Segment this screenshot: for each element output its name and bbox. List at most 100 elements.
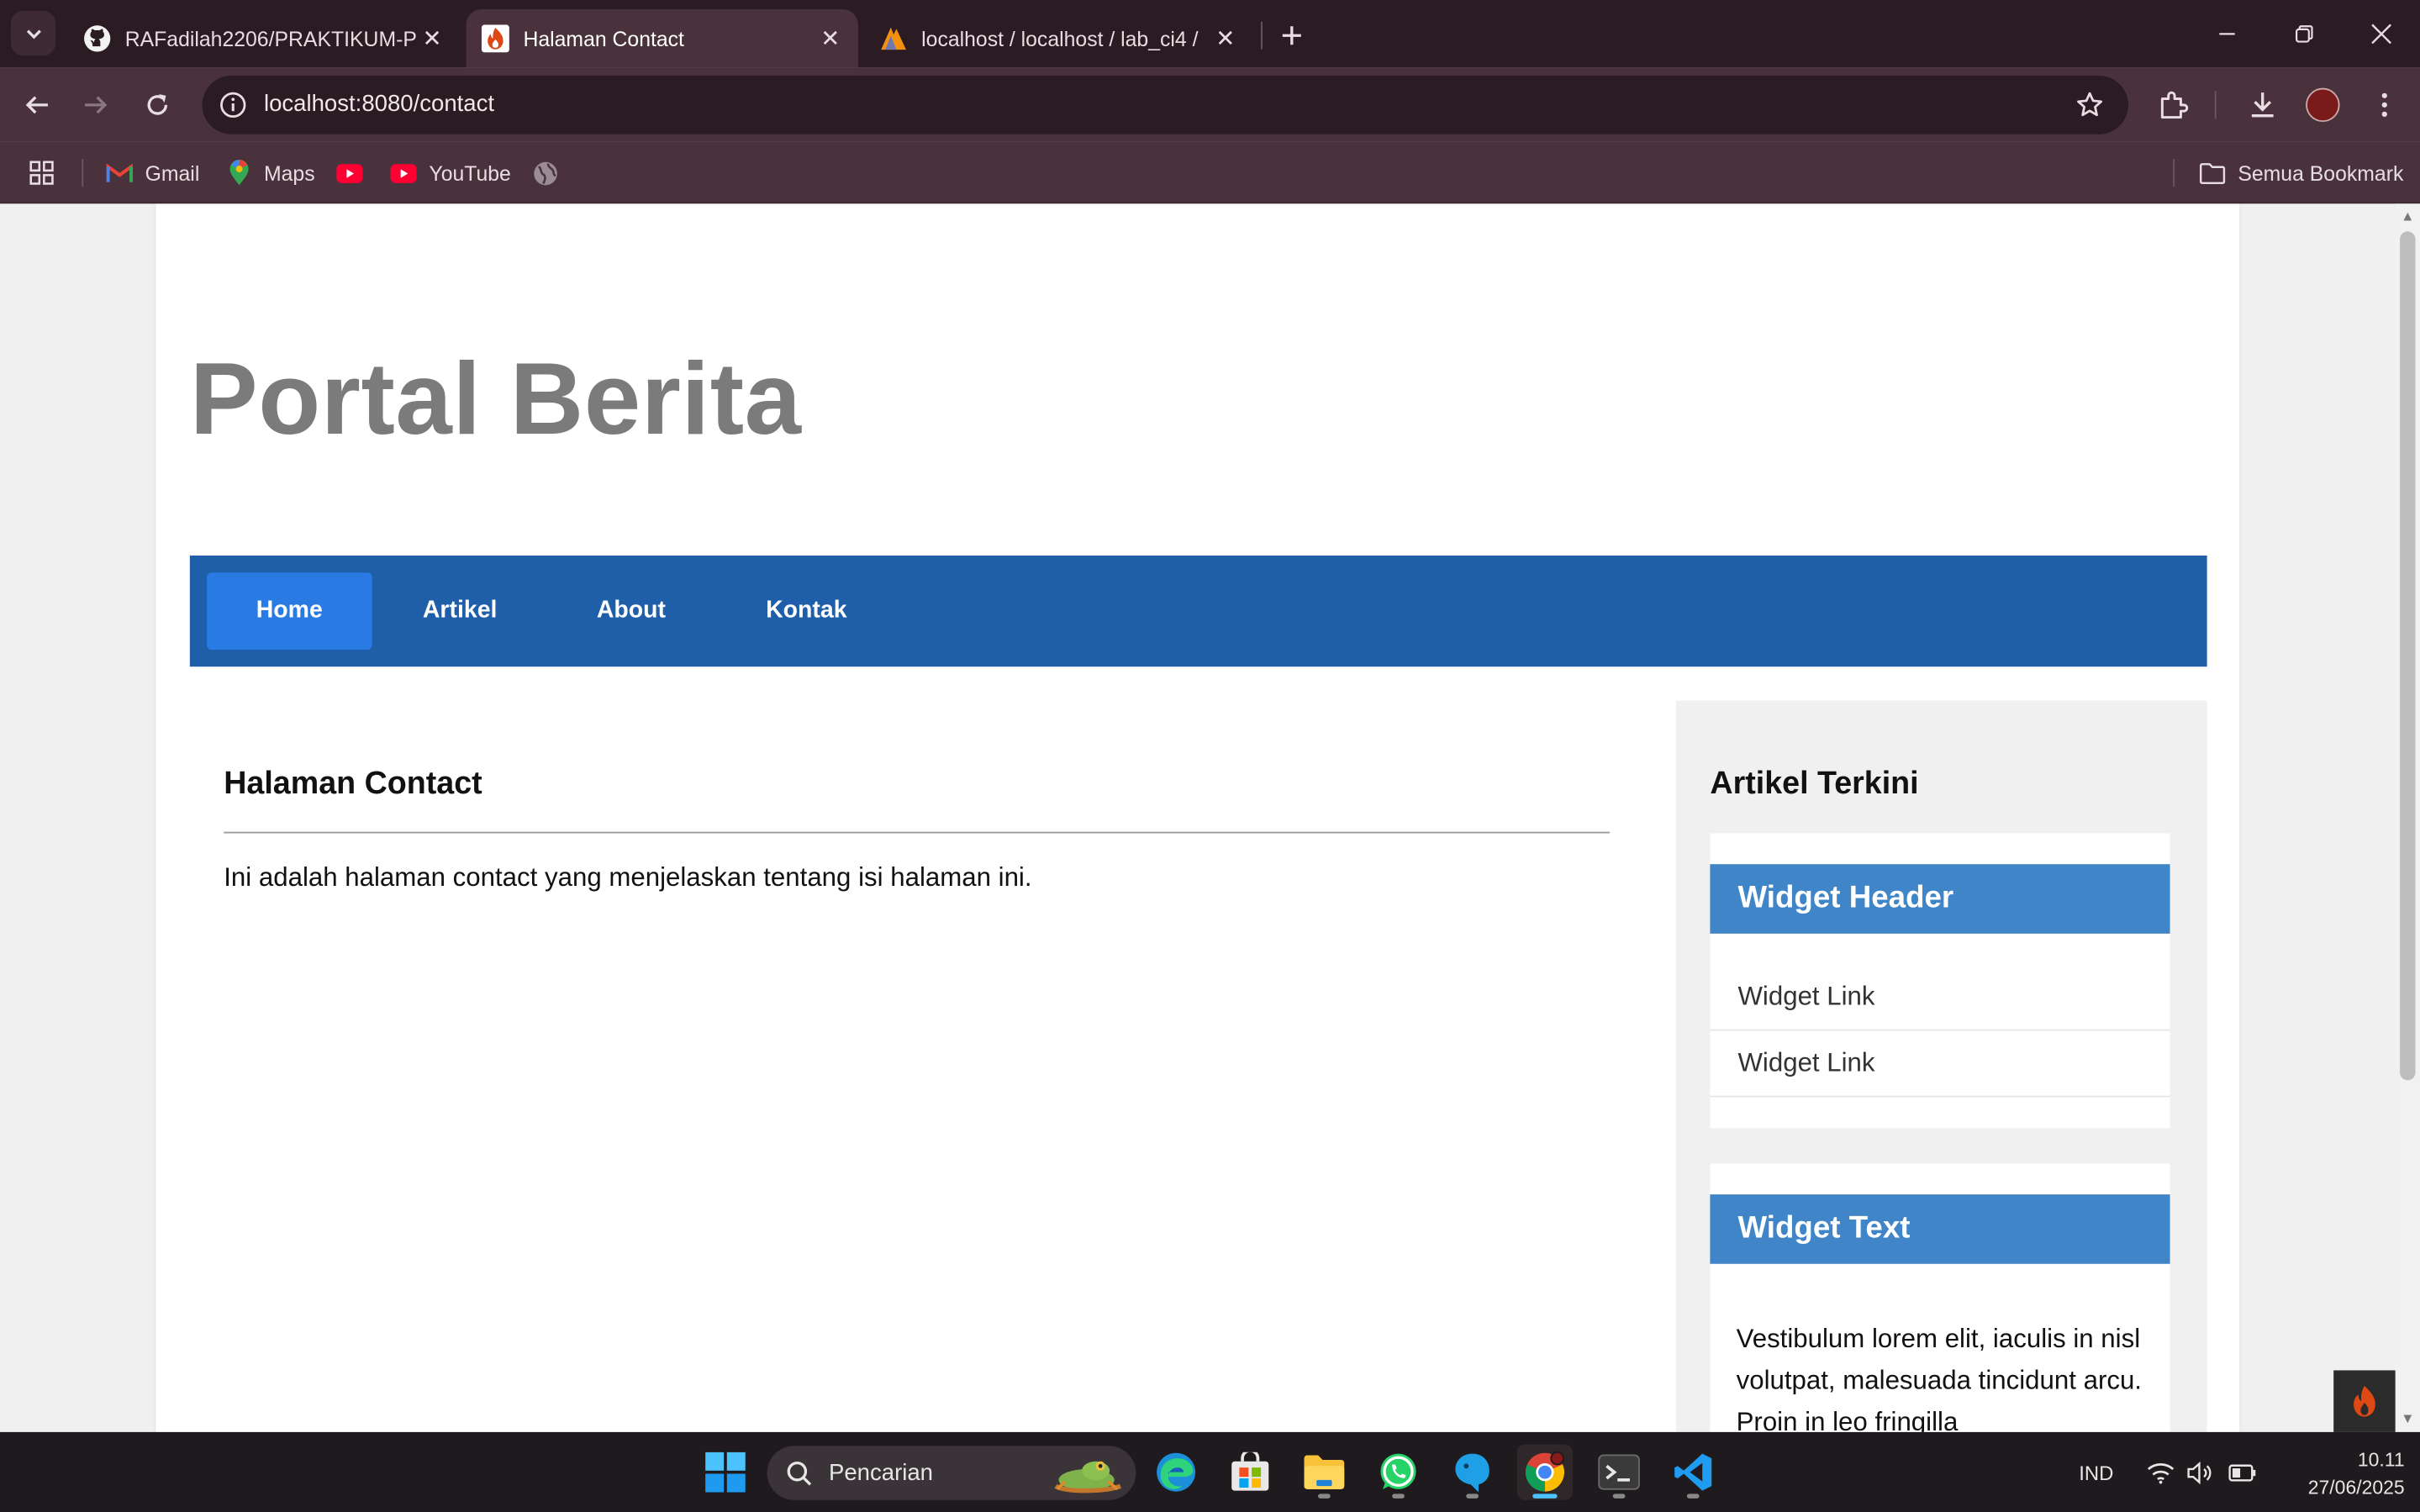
- taskbar-vscode[interactable]: [1665, 1445, 1721, 1500]
- vscode-icon: [1674, 1453, 1712, 1491]
- taskbar-chrome[interactable]: [1516, 1444, 1573, 1500]
- tab-strip: RAFadilah2206/PRAKTIKUM-P4 ✕ Halaman Con…: [0, 0, 2420, 68]
- minimize-icon: [2219, 33, 2235, 35]
- bookmark-youtube[interactable]: YouTube: [390, 155, 511, 192]
- bookmark-gmail[interactable]: Gmail: [106, 155, 200, 192]
- profile-avatar[interactable]: [2306, 87, 2340, 123]
- github-icon: [83, 24, 111, 52]
- widget-link[interactable]: Widget Link: [1710, 965, 2170, 1031]
- close-icon[interactable]: ✕: [815, 24, 846, 55]
- search-icon: [787, 1461, 812, 1486]
- whatsapp-icon: [1380, 1453, 1416, 1489]
- dolphin-icon: [1455, 1453, 1489, 1493]
- taskbar-mysql-workbench[interactable]: [1445, 1445, 1500, 1500]
- battery-icon[interactable]: [2228, 1432, 2256, 1512]
- new-tab-button[interactable]: [1272, 15, 1312, 55]
- taskbar-terminal[interactable]: [1591, 1445, 1647, 1500]
- microsoft-store-icon: [1231, 1451, 1269, 1491]
- scroll-down-arrow-icon[interactable]: ▼: [2400, 1410, 2415, 1425]
- site-info-icon[interactable]: [214, 87, 251, 124]
- taskbar-search[interactable]: Pencarian: [767, 1446, 1136, 1500]
- extensions-icon[interactable]: [2154, 87, 2191, 124]
- url-text[interactable]: localhost:8080/contact: [264, 91, 494, 117]
- widget-header: Widget Header: [1710, 864, 2170, 934]
- tab-halaman-contact[interactable]: Halaman Contact ✕: [466, 9, 858, 68]
- widget-text-body: Vestibulum lorem elit, iaculis in nisl v…: [1736, 1324, 2142, 1432]
- running-indicator: [1318, 1494, 1331, 1499]
- sidebar-heading: Artikel Terkini: [1710, 765, 1919, 801]
- frog-illustration-icon: [1054, 1461, 1122, 1494]
- language-indicator[interactable]: IND: [2079, 1432, 2113, 1512]
- screen: RAFadilah2206/PRAKTIKUM-P4 ✕ Halaman Con…: [0, 0, 2420, 1512]
- tab-title: localhost / localhost / lab_ci4 /: [921, 27, 1199, 50]
- scrollbar-thumb[interactable]: [2400, 231, 2416, 1081]
- page-heading: Halaman Contact: [224, 765, 482, 801]
- search-placeholder: Pencarian: [828, 1459, 934, 1487]
- taskbar-store[interactable]: [1222, 1445, 1278, 1500]
- site-title: Portal Berita: [189, 340, 802, 456]
- minimize-button[interactable]: [2189, 0, 2266, 68]
- close-window-button[interactable]: [2343, 0, 2420, 68]
- wifi-icon[interactable]: [2147, 1432, 2175, 1512]
- tab-search-button[interactable]: [10, 10, 56, 56]
- divider: [224, 831, 1611, 834]
- page-body-text: Ini adalah halaman contact yang menjelas…: [224, 862, 1032, 893]
- running-indicator: [1612, 1494, 1626, 1499]
- reload-icon: [147, 94, 168, 115]
- apps-button[interactable]: [28, 155, 66, 192]
- main-nav: Home Artikel About Kontak: [189, 555, 2207, 667]
- folder-icon: [1304, 1455, 1345, 1489]
- apps-grid-icon: [28, 160, 54, 186]
- phpmyadmin-icon: [880, 24, 908, 52]
- tab-github[interactable]: RAFadilah2206/PRAKTIKUM-P4 ✕: [68, 9, 460, 68]
- restore-button[interactable]: [2265, 0, 2343, 68]
- widget-links: Widget Header Widget Link Widget Link: [1710, 833, 2170, 1129]
- close-icon[interactable]: ✕: [1210, 24, 1242, 55]
- running-indicator: [1532, 1494, 1558, 1499]
- gmail-icon: [106, 160, 133, 186]
- reload-button[interactable]: [134, 82, 181, 128]
- menu-icon[interactable]: [2366, 87, 2403, 124]
- folder-icon: [2199, 160, 2226, 186]
- taskbar-edge[interactable]: [1148, 1445, 1204, 1500]
- taskbar-file-explorer[interactable]: [1296, 1445, 1352, 1500]
- widget-link[interactable]: Widget Link: [1710, 1031, 2170, 1098]
- bookmark-maps[interactable]: Maps: [225, 155, 315, 192]
- system-clock[interactable]: 10.11 27/06/2025: [2281, 1446, 2405, 1501]
- close-icon[interactable]: ✕: [417, 24, 448, 55]
- scroll-up-arrow-icon[interactable]: ▲: [2400, 208, 2415, 224]
- nav-about[interactable]: About: [548, 572, 714, 650]
- youtube-icon: [336, 160, 363, 186]
- vertical-scrollbar[interactable]: ▲ ▼: [2395, 203, 2420, 1432]
- bookmark-label: Gmail: [145, 161, 200, 185]
- bookmark-star-icon[interactable]: [2073, 88, 2106, 122]
- taskbar-whatsapp[interactable]: [1370, 1445, 1426, 1500]
- site-container: Portal Berita Home Artikel About Kontak …: [156, 203, 2240, 1432]
- bookmark-label: Maps: [263, 161, 315, 185]
- running-indicator: [1466, 1494, 1479, 1499]
- restore-icon: [2296, 25, 2313, 43]
- volume-icon[interactable]: [2187, 1432, 2215, 1512]
- widget-header: Widget Text: [1710, 1194, 2170, 1264]
- download-icon[interactable]: [2244, 87, 2281, 124]
- codeigniter-flame-icon: [2354, 1385, 2375, 1417]
- forward-button[interactable]: [72, 82, 119, 128]
- nav-kontak[interactable]: Kontak: [727, 572, 886, 650]
- all-bookmarks-button[interactable]: Semua Bookmark: [2199, 155, 2403, 192]
- sidebar: Artikel Terkini Widget Header Widget Lin…: [1676, 700, 2207, 1432]
- arrow-right-icon: [84, 96, 108, 114]
- tab-phpmyadmin[interactable]: localhost / localhost / lab_ci4 / ✕: [864, 9, 1253, 68]
- chrome-icon: [1525, 1451, 1564, 1492]
- back-button[interactable]: [14, 82, 61, 128]
- bookmark-globe[interactable]: [532, 155, 571, 192]
- nav-home[interactable]: Home: [207, 572, 372, 650]
- running-indicator: [1686, 1494, 1700, 1499]
- nav-artikel[interactable]: Artikel: [384, 572, 535, 650]
- start-button[interactable]: [698, 1445, 753, 1500]
- codeigniter-debug-toolbar-button[interactable]: [2333, 1370, 2396, 1432]
- windows-logo-icon: [705, 1451, 746, 1493]
- address-bar[interactable]: localhost:8080/contact: [202, 75, 2128, 134]
- bookmark-separator: [2173, 159, 2175, 187]
- bookmark-youtube-short[interactable]: [336, 155, 375, 192]
- globe-icon: [532, 160, 558, 186]
